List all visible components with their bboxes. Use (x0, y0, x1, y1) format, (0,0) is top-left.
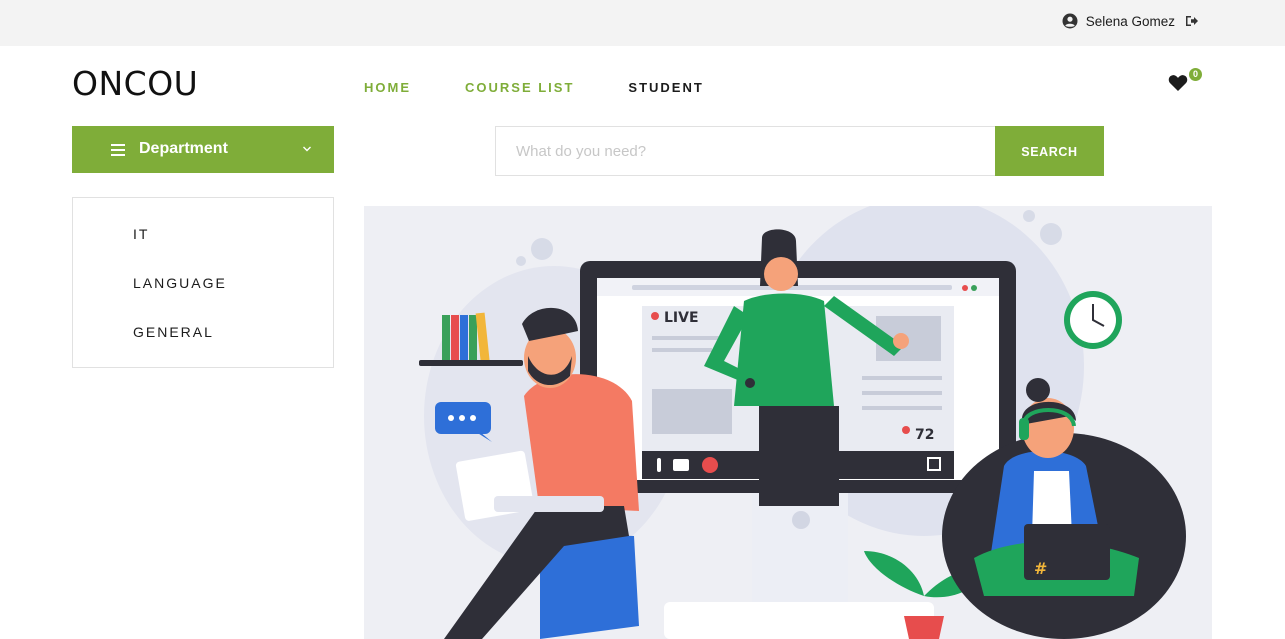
department-toggle[interactable]: Department (72, 126, 334, 173)
user-menu[interactable]: Selena Gomez (1062, 13, 1199, 29)
menu-icon (111, 144, 125, 156)
department-item-general[interactable]: GENERAL (133, 324, 214, 340)
online-class-illustration: LIVE 72 # (419, 206, 1186, 639)
top-bar: Selena Gomez (0, 0, 1285, 46)
search-button[interactable]: SEARCH (995, 126, 1104, 176)
username[interactable]: Selena Gomez (1086, 14, 1175, 29)
search-box (495, 126, 995, 176)
chevron-down-icon (301, 142, 313, 154)
clock-icon (1064, 291, 1122, 349)
site-logo[interactable]: ONCOU (72, 64, 198, 103)
department-item-language[interactable]: LANGUAGE (133, 275, 227, 291)
live-label: LIVE (664, 310, 699, 326)
svg-text:#: # (1034, 559, 1047, 578)
department-label: Department (139, 140, 228, 157)
department-list: IT LANGUAGE GENERAL (72, 197, 334, 368)
sign-out-icon[interactable] (1185, 14, 1199, 28)
user-circle-icon (1062, 13, 1078, 29)
heart-icon[interactable] (1168, 74, 1188, 92)
wishlist-count-badge: 0 (1189, 68, 1202, 81)
viewer-count: 72 (915, 427, 934, 443)
search-input[interactable] (496, 127, 995, 175)
department-item-it[interactable]: IT (133, 226, 149, 242)
nav-student[interactable]: STUDENT (628, 80, 703, 95)
main-nav: HOME COURSE LIST STUDENT (364, 80, 758, 95)
nav-home[interactable]: HOME (364, 80, 411, 95)
hero-banner: LIVE 72 # (364, 206, 1212, 639)
nav-course-list[interactable]: COURSE LIST (465, 80, 574, 95)
